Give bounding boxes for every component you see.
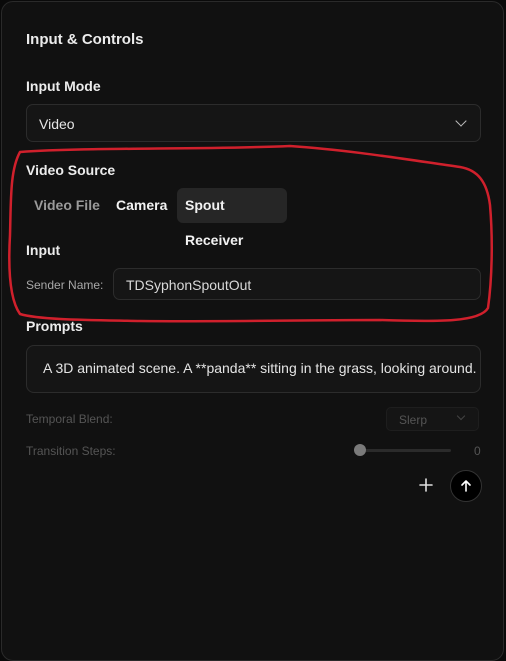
submit-button[interactable] — [450, 470, 482, 502]
temporal-blend-select[interactable]: Slerp — [386, 407, 479, 431]
sender-name-input[interactable]: TDSyphonSpoutOut — [113, 268, 481, 300]
input-mode-value: Video — [39, 116, 75, 132]
add-prompt-button[interactable] — [415, 474, 437, 496]
transition-steps-slider-track[interactable] — [356, 449, 451, 452]
temporal-blend-label: Temporal Blend: — [26, 412, 113, 426]
arrow-up-icon — [461, 480, 471, 492]
tab-video-file[interactable]: Video File — [26, 188, 108, 223]
tab-camera[interactable]: Camera — [108, 188, 175, 223]
video-source-label: Video Source — [26, 162, 116, 178]
transition-steps-value: 0 — [474, 444, 481, 458]
input-mode-label: Input Mode — [26, 78, 101, 94]
sender-name-value: TDSyphonSpoutOut — [126, 277, 252, 293]
plus-icon — [419, 478, 433, 492]
sender-name-label: Sender Name: — [26, 278, 104, 292]
input-mode-select[interactable]: Video — [26, 104, 481, 142]
temporal-blend-value: Slerp — [399, 413, 428, 427]
chevron-down-icon — [456, 411, 466, 421]
transition-steps-slider-thumb[interactable] — [354, 444, 366, 456]
chevron-down-icon — [455, 115, 467, 127]
transition-steps-label: Transition Steps: — [26, 444, 116, 458]
prompt-text: A 3D animated scene. A **panda** sitting… — [43, 360, 477, 376]
tab-spout-receiver[interactable]: Spout Receiver — [177, 188, 287, 248]
prompts-label: Prompts — [26, 318, 83, 334]
panel-title: Input & Controls — [26, 31, 144, 48]
input-section-label: Input — [26, 242, 61, 258]
prompt-input[interactable]: A 3D animated scene. A **panda** sitting… — [26, 345, 481, 393]
